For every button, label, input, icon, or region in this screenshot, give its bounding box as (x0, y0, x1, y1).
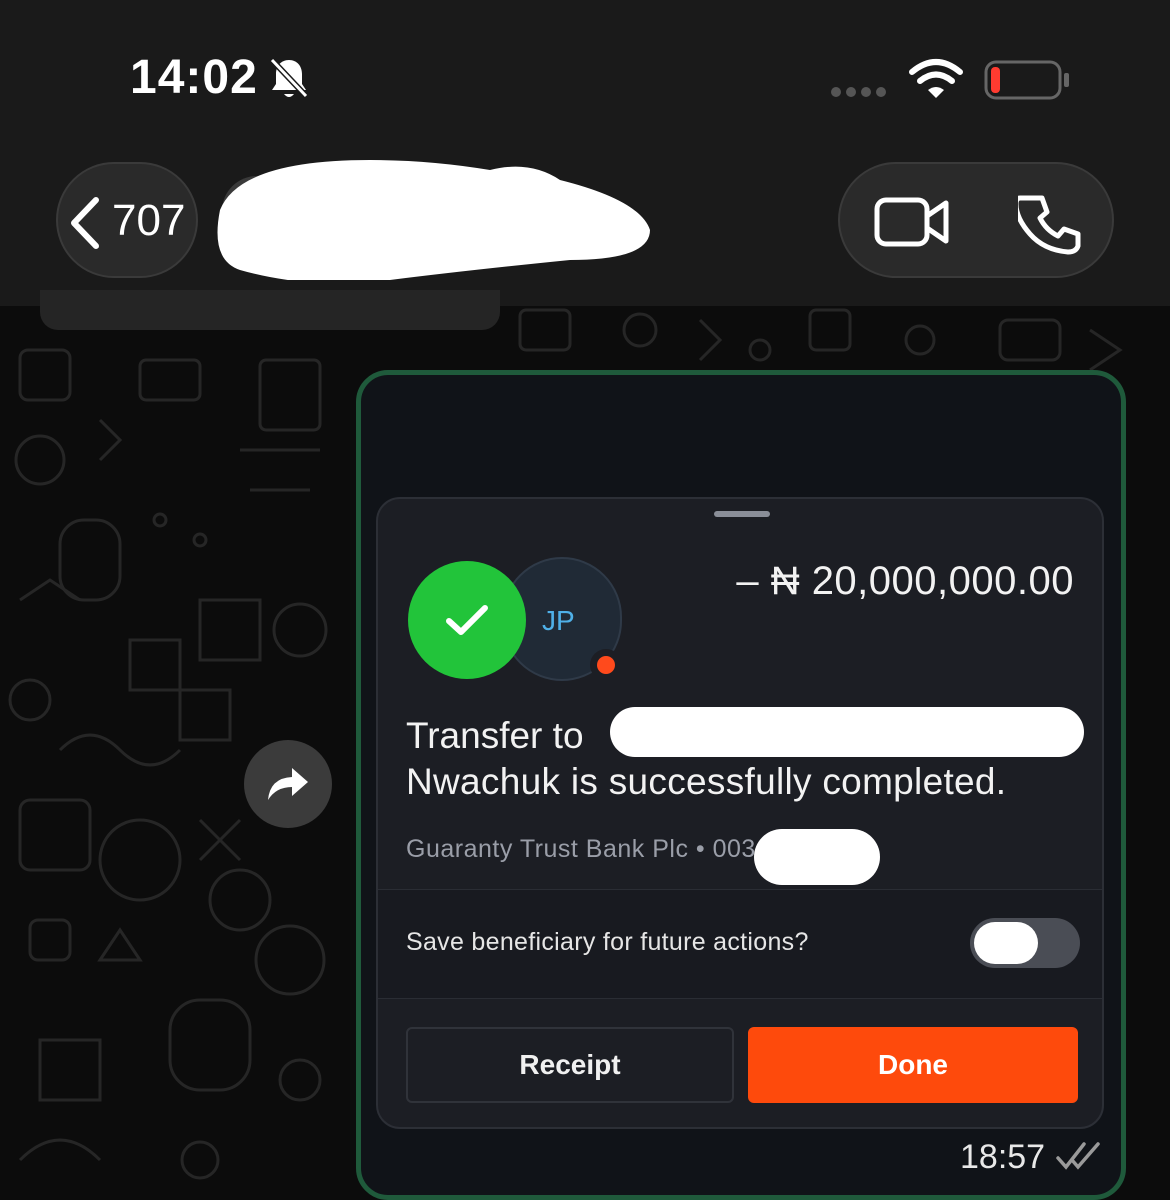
checkmark-icon (446, 605, 488, 635)
redaction-account-number (754, 829, 880, 885)
recipient-initials: JP (542, 605, 575, 636)
sheet-drag-handle[interactable] (714, 511, 770, 517)
read-receipt-icon (1056, 1142, 1100, 1170)
save-beneficiary-row: Save beneficiary for future actions? (378, 889, 1102, 999)
transfer-amount: – ₦ 20,000,000.00 (736, 559, 1074, 603)
voice-call-icon[interactable] (1018, 192, 1082, 256)
bank-account-info: Guaranty Trust Bank Plc • 003 (406, 835, 756, 863)
bell-muted-icon (269, 57, 309, 99)
save-beneficiary-toggle[interactable] (970, 918, 1080, 968)
redaction-contact-name[interactable] (200, 150, 660, 280)
transfer-receipt-sheet: JP – ₦ 20,000,000.00 Transfer to Nwachuk… (376, 497, 1104, 1129)
status-time: 14:02 (130, 51, 258, 104)
redaction-beneficiary-name (610, 707, 1084, 757)
bank-logo-icon (590, 649, 622, 681)
previous-message (40, 290, 500, 330)
video-call-icon[interactable] (874, 194, 950, 250)
message-timestamp: 18:57 (960, 1138, 1046, 1176)
cellular-signal-icon (831, 87, 886, 97)
toggle-knob (974, 922, 1038, 964)
unread-count: 707 (112, 196, 186, 245)
receipt-button[interactable]: Receipt (406, 1027, 734, 1103)
chevron-left-icon (71, 197, 99, 249)
save-beneficiary-label: Save beneficiary for future actions? (406, 928, 809, 956)
forward-arrow-icon (268, 768, 308, 800)
transfer-message-line1: Transfer to (406, 715, 584, 756)
battery-icon (984, 60, 1069, 100)
forward-button[interactable] (244, 740, 332, 828)
done-button[interactable]: Done (748, 1027, 1078, 1103)
success-indicator (408, 561, 526, 679)
wifi-icon (909, 59, 963, 98)
transfer-message-line2: Nwachuk is successfully completed. (406, 761, 1007, 802)
navigation-bar: 14:02 707 (0, 0, 1170, 306)
